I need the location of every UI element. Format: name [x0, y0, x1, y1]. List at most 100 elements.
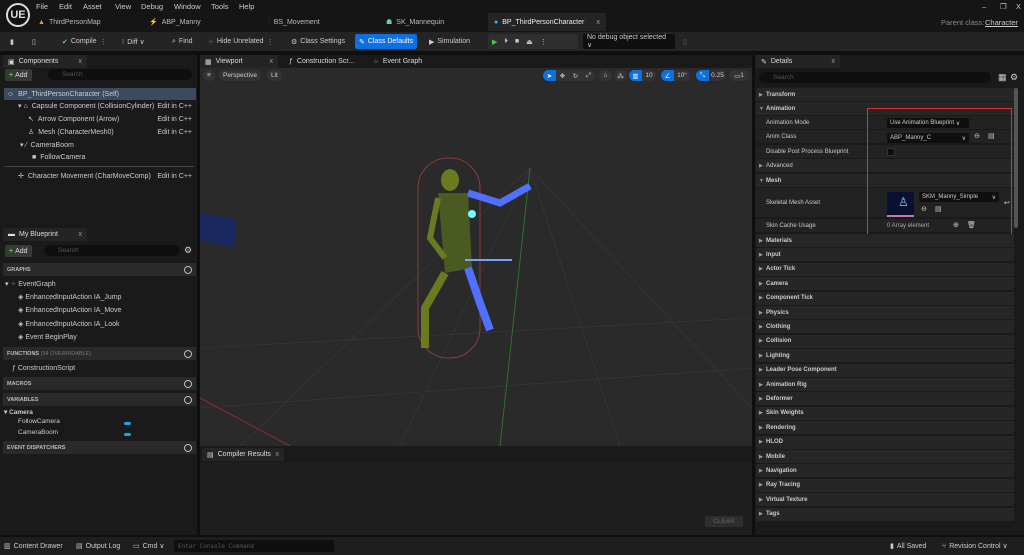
category-hlod[interactable]: ▶ HLOD — [756, 435, 1014, 450]
category-deformer[interactable]: ▶ Deformer — [756, 392, 1014, 407]
restore-button[interactable]: ❐ — [1000, 2, 1007, 11]
class-settings-button[interactable]: ⚙ Class Settings — [287, 34, 349, 49]
compile-button[interactable]: ✔ Compile ⋮ — [58, 34, 111, 49]
grid-snap-icon[interactable]: ▥ — [629, 70, 642, 81]
component-arrow[interactable]: ↖ Arrow Component (Arrow) Edit in C++ — [4, 113, 196, 125]
parent-class-link[interactable]: Character — [985, 18, 1018, 27]
category-physics[interactable]: ▶ Physics — [756, 306, 1014, 320]
components-search-input[interactable]: Search — [48, 69, 192, 80]
section-macros[interactable]: MACROS — [3, 377, 196, 390]
gear-icon[interactable]: ⚙ — [184, 245, 192, 256]
details-scrollbar[interactable] — [1014, 88, 1018, 228]
tab-my-blueprint[interactable]: ▬ My Blueprint x — [3, 228, 87, 241]
tab-thirdpersonmap[interactable]: ▲ ThirdPersonMap — [32, 13, 142, 31]
close-tab-icon[interactable]: x — [276, 451, 280, 458]
close-tab-icon[interactable]: x — [270, 58, 274, 65]
viewport-menu-button[interactable]: ≡ — [203, 70, 215, 81]
menu-window[interactable]: Window — [174, 2, 201, 11]
eject-icon[interactable]: ⏏ — [526, 38, 533, 46]
event-item[interactable]: ◈ EnhancedInputAction IA_Look — [18, 320, 120, 328]
menu-debug[interactable]: Debug — [141, 2, 163, 11]
close-tab-icon[interactable]: x — [597, 19, 601, 26]
category-camera[interactable]: ▶ Camera — [756, 277, 1014, 292]
category-ray-tracing[interactable]: ▶ Ray Tracing — [756, 478, 1014, 493]
edit-in-cpp-link[interactable]: Edit in C++ — [157, 173, 192, 180]
add-macro-icon[interactable] — [184, 379, 192, 388]
tab-bp-thirdpersoncharacter[interactable]: ● BP_ThirdPersonCharacter x — [488, 13, 606, 31]
category-clothing[interactable]: ▶ Clothing — [756, 320, 1014, 335]
content-drawer-button[interactable]: ▥ Content Drawer — [4, 540, 63, 552]
category-materials[interactable]: ▶ Materials — [756, 234, 1014, 248]
tab-abp-manny[interactable]: ⚡ ABP_Manny — [143, 13, 253, 31]
lit-button[interactable]: Lit — [267, 70, 282, 81]
add-graph-icon[interactable] — [184, 265, 192, 274]
select-mode-icon[interactable]: ➤ — [543, 70, 556, 81]
output-log-button[interactable]: ▤ Output Log — [76, 540, 120, 552]
surface-snap-icon[interactable]: ⁂ — [614, 70, 627, 81]
cmd-dropdown[interactable]: ▭ Cmd ∨ — [133, 540, 164, 552]
browse-button[interactable]: ▯ — [28, 34, 40, 49]
section-functions[interactable]: FUNCTIONS (34 OVERRIDABLE) — [3, 347, 196, 360]
component-character-movement[interactable]: ✢ Character Movement (CharMoveComp) Edit i… — [4, 170, 196, 182]
close-tab-icon[interactable]: x — [79, 58, 83, 65]
debug-filter-icon[interactable]: ▯ — [679, 34, 691, 49]
table-view-icon[interactable]: ▦ — [998, 72, 1007, 83]
category-component-tick[interactable]: ▶ Component Tick — [756, 291, 1014, 306]
edit-in-cpp-link[interactable]: Edit in C++ — [157, 129, 192, 136]
category-input[interactable]: ▶ Input — [756, 248, 1014, 263]
component-cameraboom[interactable]: ▾ ⁄ CameraBoom — [4, 139, 196, 151]
scale-snap-icon[interactable]: ⤡ — [696, 70, 709, 81]
edit-in-cpp-link[interactable]: Edit in C++ — [157, 116, 192, 123]
camera-speed-button[interactable]: ▭ 1 — [729, 70, 749, 81]
event-item[interactable]: ◈ EnhancedInputAction IA_Jump — [18, 293, 121, 301]
category-virtual-texture[interactable]: ▶ Virtual Texture — [756, 493, 1014, 508]
category-animation-rig[interactable]: ▶ Animation Rig — [756, 378, 1014, 392]
component-followcamera[interactable]: ■ FollowCamera — [4, 151, 196, 163]
category-skin-weights[interactable]: ▶ Skin Weights — [756, 406, 1014, 421]
save-button[interactable]: ▮ — [6, 34, 18, 49]
hide-unrelated-button[interactable]: ⁘ Hide Unrelated ⋮ — [204, 34, 278, 49]
menu-help[interactable]: Help — [239, 2, 254, 11]
menu-tools[interactable]: Tools — [211, 2, 229, 11]
stop-icon[interactable]: ■ — [515, 38, 519, 45]
add-function-icon[interactable] — [184, 349, 192, 358]
tab-bs-movement[interactable]: ⫶ BS_Movement — [262, 13, 372, 31]
component-self[interactable]: ☺ BP_ThirdPersonCharacter (Self) — [4, 88, 196, 100]
variable-category[interactable]: ▾ Camera — [4, 408, 33, 416]
close-window-button[interactable]: X — [1016, 2, 1021, 11]
tab-components[interactable]: ▣ Components x — [3, 55, 87, 68]
menu-view[interactable]: View — [115, 2, 131, 11]
category-navigation[interactable]: ▶ Navigation — [756, 464, 1014, 479]
category-rendering[interactable]: ▶ Rendering — [756, 421, 1014, 436]
component-mesh[interactable]: ♙ Mesh (CharacterMesh0) Edit in C++ — [4, 126, 196, 138]
class-defaults-button[interactable]: ✎ Class Defaults — [355, 34, 418, 49]
details-search-input[interactable]: Search — [759, 72, 991, 83]
section-variables[interactable]: VARIABLES — [3, 393, 196, 406]
simulation-button[interactable]: ▶ Simulation — [425, 34, 474, 49]
rotation-snap-value[interactable]: 10° — [674, 70, 690, 81]
variable-item[interactable]: CameraBoom — [18, 429, 58, 436]
rotate-icon[interactable]: ↻ — [569, 70, 582, 81]
close-tab-icon[interactable]: x — [79, 231, 83, 238]
scale-snap-value[interactable]: 0.25 — [709, 70, 726, 81]
add-blueprint-item-button[interactable]: + Add — [5, 245, 32, 257]
my-blueprint-search-input[interactable]: Search — [44, 245, 180, 256]
variable-item[interactable]: FollowCamera — [18, 418, 60, 425]
category-mobile[interactable]: ▶ Mobile — [756, 450, 1014, 464]
menu-file[interactable]: File — [36, 2, 48, 11]
tab-sk-mannequin[interactable]: ☗ SK_Mannequin — [380, 13, 490, 31]
tab-details[interactable]: ✎ Details x — [756, 55, 840, 68]
grid-snap-value[interactable]: 10 — [642, 70, 656, 81]
function-item[interactable]: ƒ ConstructionScript — [12, 365, 75, 372]
console-command-input[interactable]: Enter Console Command — [174, 540, 334, 552]
rotation-snap-icon[interactable]: ∠ — [661, 70, 674, 81]
find-button[interactable]: ⌕ Find — [168, 34, 197, 49]
component-capsule[interactable]: ▾ ⌂ Capsule Component (CollisionCylinder)… — [4, 100, 196, 112]
all-saved-button[interactable]: ▮ All Saved — [890, 540, 926, 552]
tab-compiler-results[interactable]: ▤ Compiler Results x — [202, 448, 284, 461]
add-component-button[interactable]: + Add — [5, 69, 32, 81]
category-actor-tick[interactable]: ▶ Actor Tick — [756, 262, 1014, 277]
scale-icon[interactable]: ⤢ — [582, 70, 595, 81]
category-collision[interactable]: ▶ Collision — [756, 334, 1014, 349]
edit-in-cpp-link[interactable]: Edit in C++ — [157, 103, 192, 110]
